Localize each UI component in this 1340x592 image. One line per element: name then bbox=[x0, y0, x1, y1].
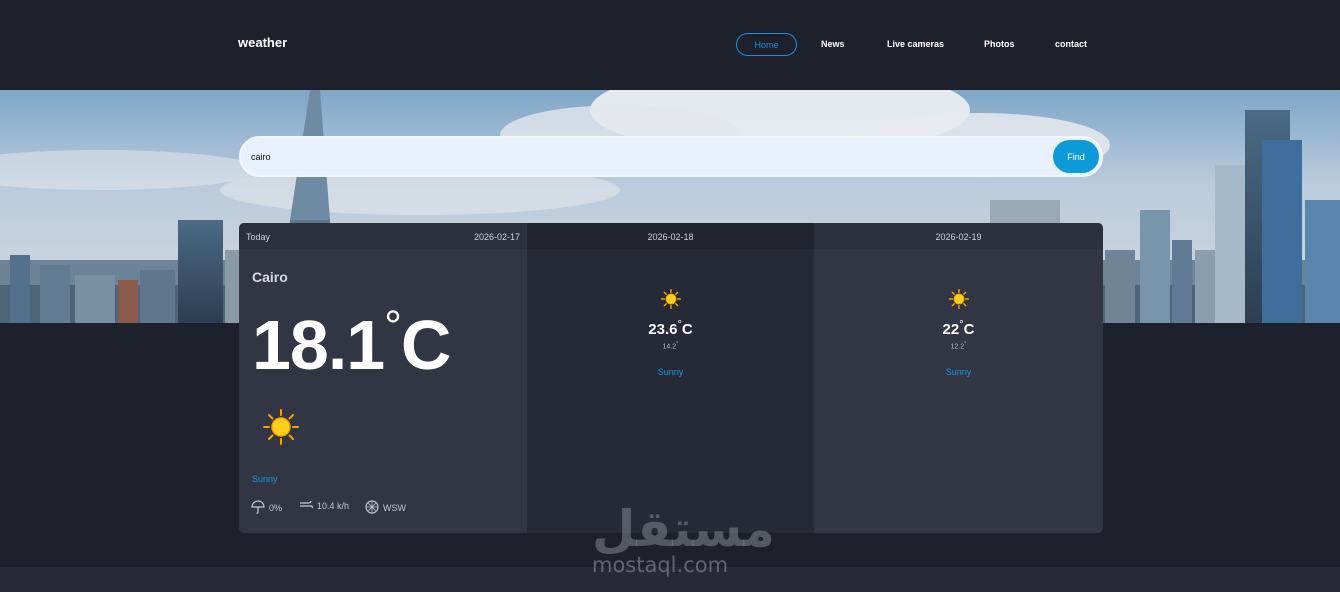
today-label: Today bbox=[246, 232, 271, 242]
nav-live-cameras[interactable]: Live cameras bbox=[887, 39, 944, 49]
temp-value: 18.1 bbox=[252, 306, 385, 384]
max-unit: C bbox=[963, 321, 975, 338]
day-date: 2026-02-19 bbox=[935, 232, 982, 242]
day-date: 2026-02-18 bbox=[647, 232, 694, 242]
rain-info: 0% bbox=[251, 500, 282, 516]
forecast-today-card: Today 2026-02-17 Cairo 18.1°C Sunny 0% 1… bbox=[239, 223, 527, 533]
max-value: 22 bbox=[942, 321, 960, 338]
day-condition: Sunny bbox=[657, 367, 684, 377]
forecast-day-card: 2026-02-19 22°C 12.2° Sunny bbox=[814, 223, 1103, 533]
nav-photos[interactable]: Photos bbox=[984, 39, 1015, 49]
max-unit: C bbox=[681, 321, 693, 338]
today-condition: Sunny bbox=[252, 474, 278, 484]
min-temperature: 14.2° bbox=[662, 341, 679, 351]
brand-logo[interactable]: weather bbox=[238, 35, 287, 50]
today-header: Today 2026-02-17 bbox=[239, 223, 527, 249]
navbar: weather Home News Live cameras Photos co… bbox=[0, 0, 1340, 90]
day-condition: Sunny bbox=[945, 367, 972, 377]
find-button[interactable]: Find bbox=[1053, 140, 1099, 173]
max-temperature: 22°C bbox=[942, 319, 975, 338]
search-bar: Find bbox=[239, 136, 1103, 177]
day-header: 2026-02-18 bbox=[527, 223, 814, 249]
nav-contact[interactable]: contact bbox=[1055, 39, 1087, 49]
sun-icon bbox=[263, 409, 299, 450]
direction-value: WSW bbox=[383, 503, 406, 513]
nav-news[interactable]: News bbox=[821, 39, 845, 49]
min-temperature: 12.2° bbox=[950, 341, 967, 351]
search-input[interactable] bbox=[251, 148, 1031, 166]
umbrella-icon bbox=[251, 500, 265, 516]
watermark-arabic: مستقل bbox=[592, 500, 775, 558]
sun-icon bbox=[814, 289, 1103, 309]
today-date: 2026-02-17 bbox=[473, 232, 520, 242]
min-value: 14.2 bbox=[662, 343, 677, 351]
wind-icon bbox=[299, 500, 314, 512]
min-value: 12.2 bbox=[950, 343, 965, 351]
compass-icon bbox=[365, 500, 379, 516]
wind-value: 10.4 k/h bbox=[317, 501, 350, 511]
watermark-latin: mostaql.com bbox=[592, 553, 729, 577]
direction-info: WSW bbox=[365, 500, 406, 516]
forecast-day-card: 2026-02-18 23.6°C 14.2° Sunny bbox=[527, 223, 814, 533]
current-temperature: 18.1°C bbox=[252, 301, 452, 384]
max-value: 23.6 bbox=[648, 321, 678, 338]
temp-unit: C bbox=[400, 306, 452, 384]
day-header: 2026-02-19 bbox=[814, 223, 1103, 249]
rain-value: 0% bbox=[269, 503, 283, 513]
city-name: Cairo bbox=[252, 269, 288, 285]
sun-icon bbox=[527, 289, 814, 309]
max-temperature: 23.6°C bbox=[648, 319, 693, 338]
wind-info: 10.4 k/h bbox=[299, 500, 349, 512]
forecast-panel: Today 2026-02-17 Cairo 18.1°C Sunny 0% 1… bbox=[239, 223, 1103, 533]
nav-home[interactable]: Home bbox=[736, 33, 797, 56]
